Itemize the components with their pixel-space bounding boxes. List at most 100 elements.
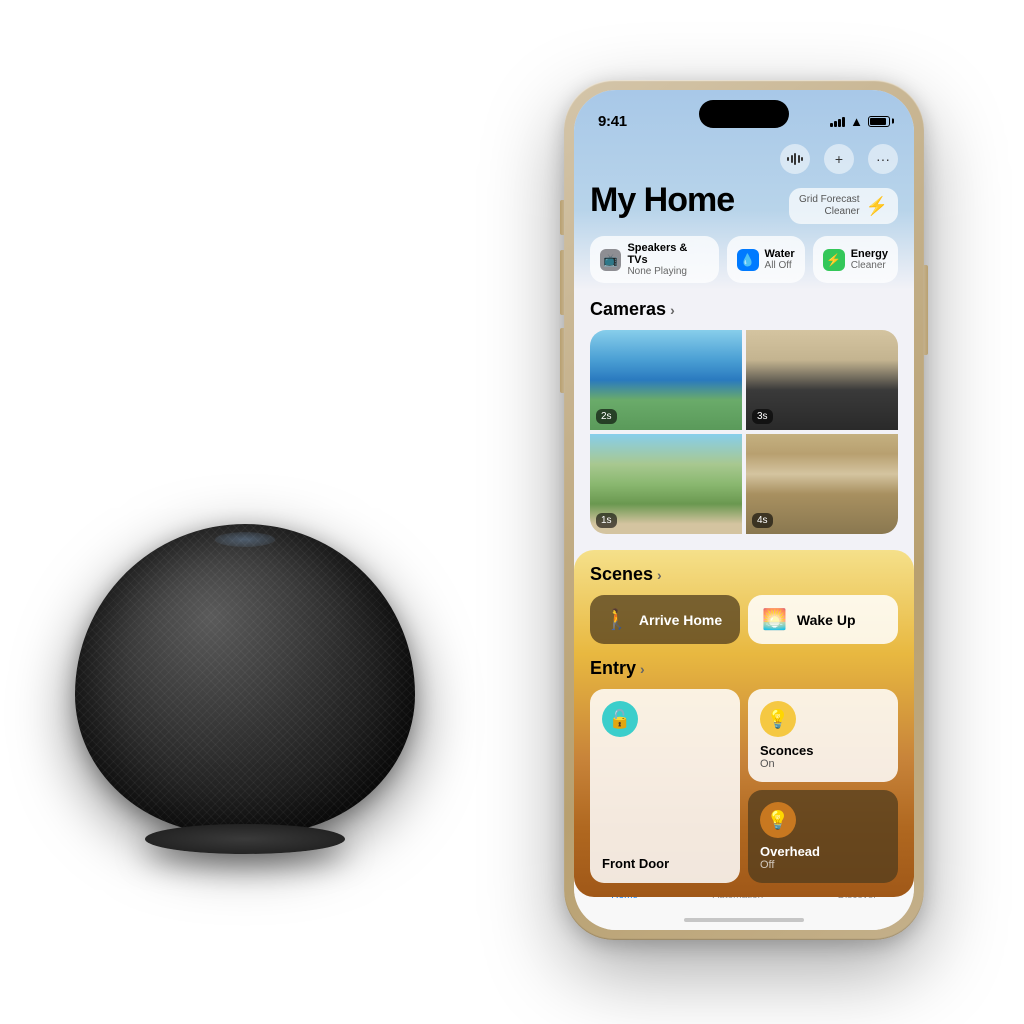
home-title-row: My Home Grid Forecast Cleaner ⚡ xyxy=(590,182,898,224)
sconces-icon: 💡 xyxy=(760,701,796,737)
signal-icon xyxy=(830,115,845,127)
chip-energy-label: Energy xyxy=(851,248,888,260)
homepod-body xyxy=(75,524,415,834)
scenes-row: 🚶 Arrive Home 🌅 Wake Up xyxy=(590,595,898,644)
front-door-name: Front Door xyxy=(602,856,728,871)
camera-living-badge: 4s xyxy=(752,513,773,528)
entry-section: Entry › 🔓 Front Door xyxy=(590,658,898,883)
front-door-card[interactable]: 🔓 Front Door xyxy=(590,689,740,883)
grid-forecast-line1: Grid Forecast xyxy=(799,194,860,206)
wake-up-label: Wake Up xyxy=(797,612,856,628)
overhead-icon: 💡 xyxy=(760,802,796,838)
chip-water-text: Water All Off xyxy=(765,248,795,271)
wave-bar-5 xyxy=(801,157,803,161)
camera-patio[interactable]: 1s xyxy=(590,434,742,534)
homepod xyxy=(60,494,430,864)
warm-section: Scenes › 🚶 Arrive Home 🌅 Wake xyxy=(574,550,914,897)
arrive-home-button[interactable]: 🚶 Arrive Home xyxy=(590,595,740,644)
grid-forecast-line2: Cleaner xyxy=(799,206,860,218)
header-actions: + ··· xyxy=(590,138,898,182)
wave-bar-2 xyxy=(791,155,793,163)
screen-content: + ··· My Home Grid Forecast Cleaner xyxy=(574,138,914,898)
signal-bar-4 xyxy=(842,117,845,127)
speakers-icon: 📺 xyxy=(600,249,621,271)
grid-forecast-badge[interactable]: Grid Forecast Cleaner ⚡ xyxy=(789,188,898,224)
scenes-section: Scenes › 🚶 Arrive Home 🌅 Wake xyxy=(590,564,898,644)
lightning-icon: ⚡ xyxy=(866,196,888,217)
scenes-chevron-icon: › xyxy=(657,567,662,583)
chip-energy-text: Energy Cleaner xyxy=(851,248,888,271)
wave-bar-4 xyxy=(798,155,800,163)
chip-speakers[interactable]: 📺 Speakers & TVs None Playing xyxy=(590,236,719,283)
camera-patio-badge: 1s xyxy=(596,513,617,528)
home-indicator xyxy=(684,918,804,922)
waveform-icon xyxy=(787,152,803,166)
arrive-home-label: Arrive Home xyxy=(639,612,722,628)
entry-label: Entry xyxy=(590,658,636,679)
battery-fill xyxy=(870,118,886,125)
homepod-mesh xyxy=(75,524,415,834)
grid-forecast-text-group: Grid Forecast Cleaner xyxy=(799,194,860,218)
signal-bar-1 xyxy=(830,123,833,127)
wake-up-button[interactable]: 🌅 Wake Up xyxy=(748,595,898,644)
cameras-grid: 2s 3s 1s 4s xyxy=(590,330,898,534)
chip-speakers-sub: None Playing xyxy=(627,266,708,277)
wave-bar-3 xyxy=(794,153,796,165)
energy-icon: ⚡ xyxy=(823,249,845,271)
add-button[interactable]: + xyxy=(824,144,854,174)
iphone: 9:41 ▲ xyxy=(564,80,924,940)
category-chips: 📺 Speakers & TVs None Playing 💧 Water Al… xyxy=(590,236,898,283)
cameras-label: Cameras xyxy=(590,299,666,320)
volume-down-button xyxy=(560,328,564,393)
camera-garage[interactable]: 3s xyxy=(746,330,898,430)
sconces-status: On xyxy=(760,758,886,770)
signal-bar-2 xyxy=(834,121,837,127)
chip-water[interactable]: 💧 Water All Off xyxy=(727,236,805,283)
scenes-label: Scenes xyxy=(590,564,653,585)
chip-energy-sub: Cleaner xyxy=(851,260,888,271)
volume-up-button xyxy=(560,250,564,315)
dynamic-island xyxy=(699,100,789,128)
entry-chevron-icon: › xyxy=(640,661,645,677)
battery-icon xyxy=(868,116,890,127)
homepod-base xyxy=(145,824,345,854)
wake-up-icon: 🌅 xyxy=(762,607,787,632)
status-bar: 9:41 ▲ xyxy=(574,90,914,138)
overhead-text-group: Overhead Off xyxy=(760,844,886,871)
chip-speakers-label: Speakers & TVs xyxy=(627,242,708,266)
overhead-name: Overhead xyxy=(760,844,886,859)
cameras-chevron-icon: › xyxy=(670,302,675,318)
overhead-card[interactable]: 💡 Overhead Off xyxy=(748,790,898,883)
water-icon: 💧 xyxy=(737,249,759,271)
arrive-home-icon: 🚶 xyxy=(604,607,629,632)
more-button[interactable]: ··· xyxy=(868,144,898,174)
chip-energy[interactable]: ⚡ Energy Cleaner xyxy=(813,236,898,283)
scenes-section-header[interactable]: Scenes › xyxy=(590,564,898,585)
sconces-name: Sconces xyxy=(760,743,886,758)
camera-living-room[interactable]: 4s xyxy=(746,434,898,534)
front-door-icon: 🔓 xyxy=(602,701,638,737)
signal-bar-3 xyxy=(838,119,841,127)
silent-switch xyxy=(560,200,564,235)
power-button xyxy=(924,265,928,355)
sconces-card[interactable]: 💡 Sconces On xyxy=(748,689,898,782)
status-icons: ▲ xyxy=(830,114,890,129)
camera-pool[interactable]: 2s xyxy=(590,330,742,430)
cameras-section-header[interactable]: Cameras › xyxy=(590,299,898,320)
homepod-top-glow xyxy=(215,532,275,547)
waveform-button[interactable] xyxy=(780,144,810,174)
status-time: 9:41 xyxy=(598,113,627,130)
iphone-frame: 9:41 ▲ xyxy=(564,80,924,940)
chip-speakers-text: Speakers & TVs None Playing xyxy=(627,242,708,277)
chip-water-sub: All Off xyxy=(765,260,795,271)
chip-water-label: Water xyxy=(765,248,795,260)
camera-pool-badge: 2s xyxy=(596,409,617,424)
entry-section-header[interactable]: Entry › xyxy=(590,658,898,679)
wave-bar-1 xyxy=(787,157,789,161)
scene: 9:41 ▲ xyxy=(0,0,1024,1024)
entry-devices-grid: 🔓 Front Door 💡 Sconces On xyxy=(590,689,898,883)
wifi-icon: ▲ xyxy=(850,114,863,129)
iphone-screen: 9:41 ▲ xyxy=(574,90,914,930)
home-title: My Home xyxy=(590,182,734,219)
camera-garage-badge: 3s xyxy=(752,409,773,424)
